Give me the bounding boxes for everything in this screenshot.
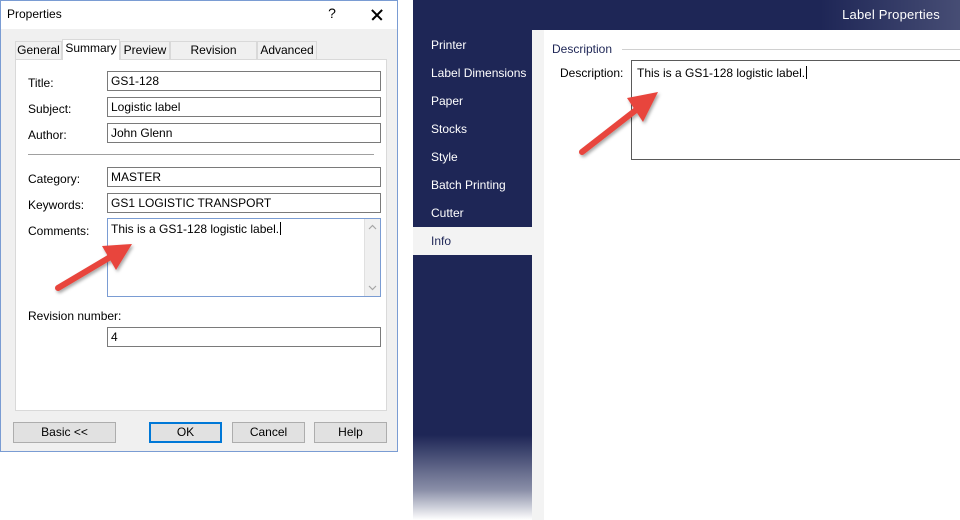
properties-dialog: Properties ? General Summary Preview Rev… bbox=[0, 0, 398, 452]
basic-button[interactable]: Basic << bbox=[13, 422, 116, 443]
dialog-titlebar: Properties ? bbox=[1, 1, 397, 29]
tab-preview[interactable]: Preview bbox=[120, 41, 170, 59]
author-field[interactable]: John Glenn bbox=[107, 123, 381, 143]
tab-advanced[interactable]: Advanced bbox=[257, 41, 317, 59]
header-title: Label Properties bbox=[842, 7, 940, 22]
section-divider bbox=[622, 49, 960, 50]
description-label: Description: bbox=[560, 66, 624, 80]
sidebar-item-cutter[interactable]: Cutter bbox=[413, 199, 532, 227]
title-label: Title: bbox=[28, 76, 54, 90]
sidebar-item-printer[interactable]: Printer bbox=[413, 31, 532, 59]
category-field[interactable]: MASTER bbox=[107, 167, 381, 187]
scroll-down-icon[interactable] bbox=[368, 283, 377, 292]
tab-revision-history[interactable]: Revision History bbox=[170, 41, 257, 74]
sidebar-item-batch-printing[interactable]: Batch Printing bbox=[413, 171, 532, 199]
label-properties-header: Label Properties bbox=[413, 0, 960, 30]
description-textarea[interactable]: This is a GS1-128 logistic label. bbox=[631, 60, 960, 160]
annotation-arrow-icon bbox=[579, 92, 658, 155]
help-icon[interactable]: ? bbox=[325, 5, 339, 21]
keywords-label: Keywords: bbox=[28, 198, 85, 212]
subject-label: Subject: bbox=[28, 102, 72, 116]
sidebar-item-paper[interactable]: Paper bbox=[413, 87, 532, 115]
revision-number-field[interactable]: 4 bbox=[107, 327, 381, 347]
author-label: Author: bbox=[28, 128, 67, 142]
tab-summary[interactable]: Summary bbox=[62, 39, 120, 60]
sidebar-item-label-dimensions[interactable]: Label Dimensions bbox=[413, 59, 532, 87]
cancel-button[interactable]: Cancel bbox=[232, 422, 305, 443]
section-title: Description bbox=[552, 42, 613, 56]
sidebar-item-style[interactable]: Style bbox=[413, 143, 532, 171]
revision-number-label: Revision number: bbox=[28, 309, 122, 323]
close-icon[interactable] bbox=[361, 1, 393, 29]
divider bbox=[28, 154, 374, 155]
keywords-field[interactable]: GS1 LOGISTIC TRANSPORT bbox=[107, 193, 381, 213]
description-text: This is a GS1-128 logistic label. bbox=[637, 66, 806, 80]
help-button[interactable]: Help bbox=[314, 422, 387, 443]
dialog-title: Properties bbox=[7, 7, 62, 21]
annotation-arrow-icon bbox=[55, 244, 132, 291]
ok-button[interactable]: OK bbox=[149, 422, 222, 443]
tab-general[interactable]: General bbox=[15, 41, 62, 59]
title-field[interactable]: GS1-128 bbox=[107, 71, 381, 91]
scroll-up-icon[interactable] bbox=[368, 223, 377, 232]
text-caret bbox=[806, 66, 808, 79]
sidebar-item-info[interactable]: Info bbox=[413, 227, 532, 255]
text-caret bbox=[280, 222, 282, 235]
category-label: Category: bbox=[28, 172, 81, 186]
subject-field[interactable]: Logistic label bbox=[107, 97, 381, 117]
comments-scrollbar[interactable] bbox=[364, 219, 380, 296]
label-properties-window: Label Properties Printer Label Dimension… bbox=[413, 0, 960, 520]
sidebar-item-stocks[interactable]: Stocks bbox=[413, 115, 532, 143]
properties-sidebar: Printer Label Dimensions Paper Stocks St… bbox=[413, 30, 532, 520]
